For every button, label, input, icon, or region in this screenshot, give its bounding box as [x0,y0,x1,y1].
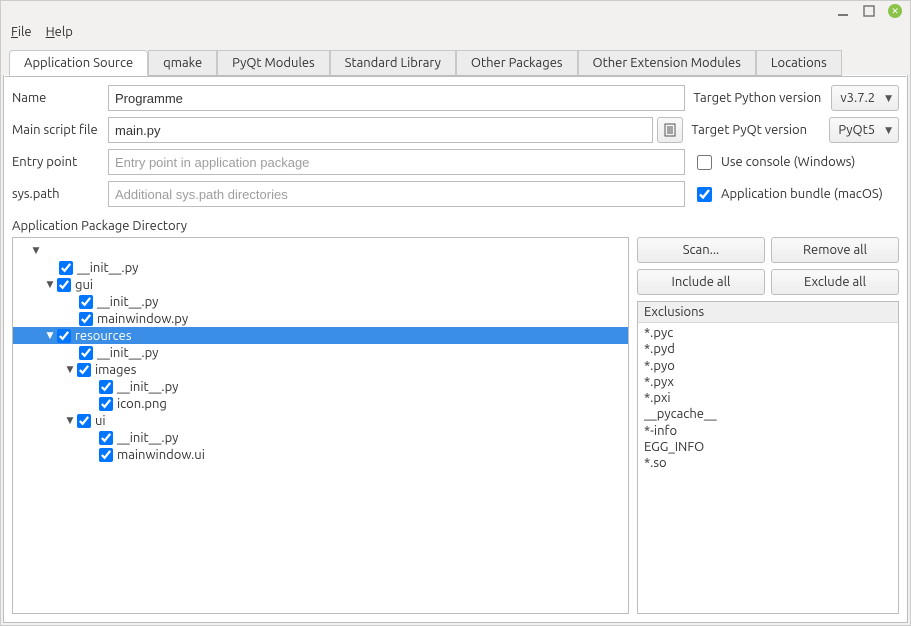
tree-row[interactable]: __init__.py [13,378,628,395]
list-item[interactable]: *-info [644,423,892,439]
titlebar: ✕ [1,1,910,21]
include-all-button[interactable]: Include all [637,269,765,295]
tree-row[interactable]: mainwindow.py [13,310,628,327]
tab-other-packages[interactable]: Other Packages [456,50,578,76]
tab-standard-library[interactable]: Standard Library [330,50,456,76]
syspath-input[interactable] [108,181,685,207]
list-item[interactable]: __pycache__ [644,406,892,422]
list-item[interactable]: *.pyd [644,341,892,357]
list-item[interactable]: *.pyc [644,325,892,341]
tab-qmake[interactable]: qmake [148,50,217,76]
exclusions-header: Exclusions [638,302,898,323]
name-label: Name [12,91,108,105]
scan-button[interactable]: Scan... [637,237,765,263]
tree-row[interactable]: ▼ [13,242,628,259]
file-icon [663,123,677,137]
menu-file[interactable]: File [11,25,32,39]
remove-all-button[interactable]: Remove all [771,237,899,263]
exclusions-panel: Exclusions *.pyc *.pyd *.pyo *.pyx *.pxi… [637,301,899,614]
target-python-version-combo[interactable]: v3.7.2 ▼ [831,85,899,111]
tab-application-source[interactable]: Application Source [9,50,148,76]
tree-row[interactable]: icon.png [13,395,628,412]
exclude-all-button[interactable]: Exclude all [771,269,899,295]
list-item[interactable]: *.pyx [644,374,892,390]
tab-pyqt-modules[interactable]: PyQt Modules [217,50,330,76]
target-pyqt-version-label: Target PyQt version [691,123,829,137]
list-item[interactable]: *.pyo [644,358,892,374]
minimize-icon[interactable] [836,4,850,18]
list-item[interactable]: EGG_INFO [644,439,892,455]
mainscript-label: Main script file [12,123,108,137]
tab-other-extension-modules[interactable]: Other Extension Modules [578,50,756,76]
use-console-checkbox[interactable]: Use console (Windows) [693,152,855,173]
tree-row-selected[interactable]: ▼resources [13,327,628,344]
exclusions-list[interactable]: *.pyc *.pyd *.pyo *.pyx *.pxi __pycache_… [638,323,898,613]
menu-help[interactable]: Help [46,25,73,39]
tree-row[interactable]: __init__.py [13,429,628,446]
list-item[interactable]: *.so [644,455,892,471]
chevron-down-icon: ▼ [885,93,892,104]
entrypoint-label: Entry point [12,155,108,169]
chevron-down-icon: ▼ [885,125,892,136]
tree-row[interactable]: __init__.py [13,293,628,310]
mainscript-input[interactable] [108,117,653,143]
tab-locations[interactable]: Locations [756,50,842,76]
tab-bar: Application Source qmake PyQt Modules St… [3,43,908,75]
browse-file-button[interactable] [657,117,683,143]
tree-row[interactable]: __init__.py [13,344,628,361]
entrypoint-input[interactable] [108,149,685,175]
name-input[interactable] [108,85,685,111]
target-pyqt-version-combo[interactable]: PyQt5 ▼ [829,117,899,143]
menubar: File Help [1,21,910,43]
target-python-version-label: Target Python version [693,91,831,105]
tab-content: Name Target Python version v3.7.2 ▼ Main… [3,75,908,623]
maximize-icon[interactable] [862,4,876,18]
app-window: ✕ File Help Application Source qmake PyQ… [0,0,911,626]
tree-row[interactable]: mainwindow.ui [13,446,628,463]
side-panel: Scan... Remove all Include all Exclude a… [637,237,899,614]
tree-row[interactable]: ▼images [13,361,628,378]
tree-row[interactable]: ▼gui [13,276,628,293]
package-tree[interactable]: ▼ __init__.py ▼gui __init__.py mainwindo… [12,237,629,614]
list-item[interactable]: *.pxi [644,390,892,406]
close-icon[interactable]: ✕ [888,4,902,18]
package-directory-header: Application Package Directory [12,219,899,233]
syspath-label: sys.path [12,187,108,201]
tree-row[interactable]: ▼ui [13,412,628,429]
application-bundle-checkbox[interactable]: Application bundle (macOS) [693,184,883,205]
tree-row[interactable]: __init__.py [13,259,628,276]
